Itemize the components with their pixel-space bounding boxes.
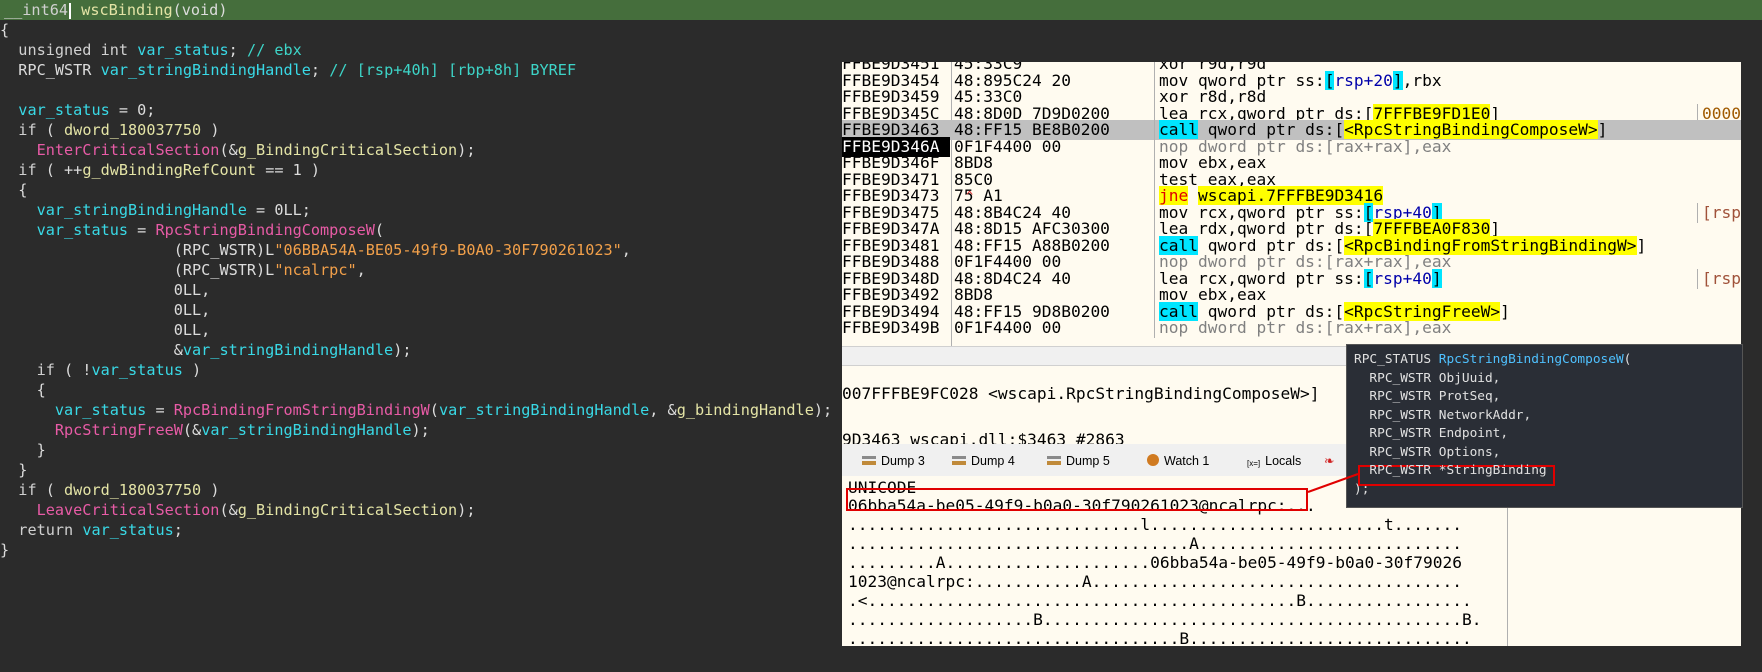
code-line: if ( dword_180037750 ) [18,481,220,499]
watch-icon [1147,454,1159,466]
tooltip-line: RPC_WSTR *StringBinding [1354,463,1547,478]
text-cursor [69,2,72,19]
code-line: var_stringBindingHandle = 0LL; [36,201,311,219]
dump-line: ..................................B.....… [848,629,1472,646]
code-line: (RPC_WSTR)L"ncalrpc", [0,261,366,279]
info-reference-line: 007FFFBE9FC028 <wscapi.RpcStringBindingC… [842,384,1320,403]
dump-line: ..............................l.........… [848,515,1462,534]
dump-line: .........A.....................06bba54a-… [848,553,1462,572]
code-line: unsigned int var_status; // ebx [18,41,302,59]
tooltip-line: RPC_WSTR NetworkAddr, [1354,407,1532,423]
code-line: (RPC_WSTR)L"06BBA54A-BE05-49f9-B0A0-30F7… [0,241,631,259]
code-line: if ( dword_180037750 ) [18,121,220,139]
tab-locals[interactable]: [x=] Locals [1247,450,1301,472]
tab-label: Dump 4 [971,454,1015,468]
code-line: var_status = RpcBindingFromStringBinding… [54,401,833,419]
code-line: if ( !var_status ) [36,361,202,379]
tab-dump-5[interactable]: Dump 5 [1047,450,1110,472]
tab-label: Dump 5 [1066,454,1110,468]
code-line: } [0,441,46,459]
memory-dump-icon [952,454,966,466]
disasm-instruction: nop dword ptr ds:[rax+rax],eax [1154,318,1451,338]
dump-line: ...................B....................… [848,610,1482,629]
memory-dump-icon [1047,454,1061,466]
code-line: 0LL, [0,301,211,319]
code-line: EnterCriticalSection(&g_BindingCriticalS… [36,141,476,159]
function-signature-tooltip: RPC_STATUS RpcStringBindingComposeW( RPC… [1346,344,1743,508]
disasm-row[interactable]: FFBE9D349B 0F1F4400 00 nop dword ptr ds:[r… [842,318,1741,338]
tab-watch-1[interactable]: Watch 1 [1147,450,1209,472]
tooltip-line: RPC_WSTR ObjUuid, [1354,370,1501,386]
tooltip-line: RPC_STATUS RpcStringBindingComposeW( [1354,352,1632,367]
code-line: } [0,541,10,559]
string-binding-highlight-box [846,488,1308,511]
disasm-bytes: 0F1F4400 00 [954,318,1062,337]
tooltip-line: ); [1354,481,1370,497]
code-line: if ( ++g_dwBindingRefCount == 1 ) [18,161,321,179]
code-line: var_status = RpcStringBindingComposeW( [36,221,385,239]
code-line: &var_stringBindingHandle); [0,341,412,359]
code-line: { [0,181,28,199]
tooltip-line: RPC_WSTR ProtSeq, [1354,389,1501,404]
tab-label: Locals [1265,454,1302,468]
code-line: var_status = 0; [18,101,156,119]
function-signature: __int64 wscBinding(void) [4,1,228,19]
tab-label: Dump 3 [881,454,925,468]
tooltip-line: RPC_WSTR Options, [1354,444,1501,460]
disasm-address: FFBE9D349B [842,318,940,337]
dump-line: ...................................A....… [848,534,1462,553]
code-line: } [0,461,28,479]
locals-icon: [x=] [1247,459,1261,468]
tab-dump-4[interactable]: Dump 4 [952,450,1015,472]
code-line: LeaveCriticalSection(&g_BindingCriticalS… [36,501,476,519]
code-line: 0LL, [0,321,211,339]
tab-label: Watch 1 [1164,454,1210,468]
code-line: RPC_WSTR var_stringBindingHandle; // [rs… [0,61,577,79]
dump-line: 1023@ncalrpc:...........A...............… [848,572,1462,591]
code-line: RpcStringFreeW(&var_stringBindingHandle)… [54,421,430,439]
disassembly-view[interactable]: FFBE9D3451 45:33C9 xor r9d,r9d FFBE9D3454 48… [842,62,1741,346]
code-line: { [0,381,46,399]
code-line: 0LL, [0,281,211,299]
function-signature-bar[interactable]: __int64 wscBinding(void) [0,0,1762,20]
more-tabs-icon[interactable]: ❧ [1324,450,1334,472]
memory-dump-icon [862,454,876,466]
tooltip-line: RPC_WSTR Endpoint, [1354,426,1509,441]
dump-line: .<......................................… [848,591,1472,610]
code-line: return var_status; [18,521,183,539]
tab-dump-3[interactable]: Dump 3 [862,450,925,472]
code-line: { [0,21,10,39]
